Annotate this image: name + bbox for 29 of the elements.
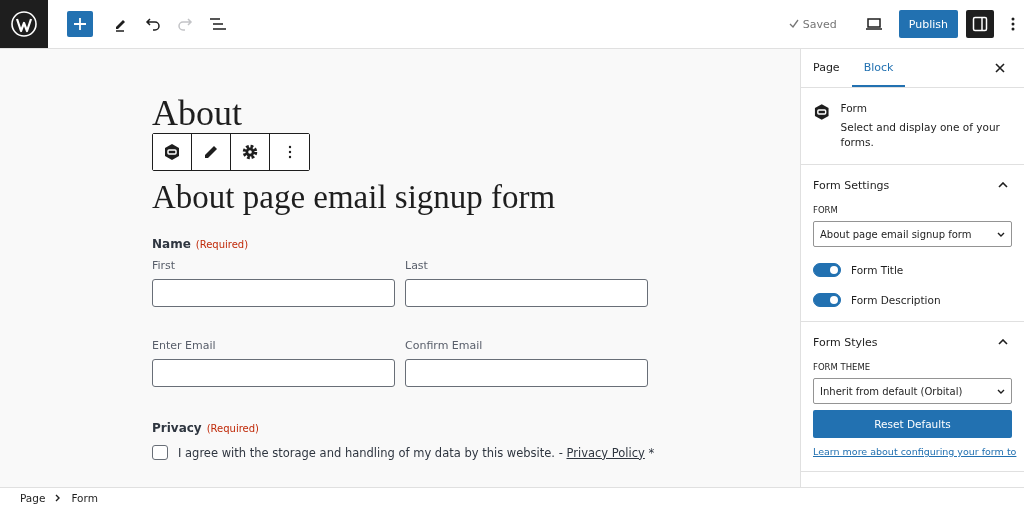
page-title: About (152, 93, 242, 133)
breadcrumb-item[interactable]: Page (20, 491, 46, 504)
sidebar-tab[interactable]: Page (813, 49, 852, 87)
select-field[interactable]: About page email signup form (813, 221, 1012, 247)
toggle-label: Form Description (851, 294, 941, 306)
select-label: FORM THEME (813, 362, 872, 372)
field-sublabel: Confirm Email (405, 339, 484, 352)
block-name: Form (840, 102, 868, 114)
toggle-label: Form Title (851, 264, 904, 276)
panel-header[interactable]: Form Settings (813, 165, 1012, 205)
consent-text: I agree with the storage and handling of my data by this website. - Privacy Policy * (178, 445, 655, 460)
block-description: Select and display one of your forms. (840, 120, 1001, 150)
breadcrumb-item[interactable]: Form (71, 491, 98, 504)
publish-button[interactable]: Publish (898, 10, 958, 38)
select-label: FORM (813, 205, 839, 215)
form-title: About page email signup form (152, 178, 557, 217)
field-sublabel: First (152, 259, 177, 272)
sidebar-tab[interactable]: Block (851, 49, 906, 87)
reset-defaults-button[interactable]: Reset Defaults (813, 410, 1012, 438)
field-sublabel: Enter Email (152, 339, 217, 352)
required-label: (Required) (206, 423, 259, 434)
select-field[interactable]: Inherit from default (Orbital) (813, 378, 1012, 404)
required-label: (Required) (195, 239, 249, 250)
field-label: Name (152, 237, 191, 251)
field-label: Privacy (152, 421, 202, 435)
saved-status: Saved (802, 17, 837, 31)
privacy-policy-link[interactable]: Privacy Policy (566, 445, 645, 460)
panel-header[interactable]: Form Styles (813, 322, 1012, 362)
field-sublabel: Last (405, 259, 429, 272)
